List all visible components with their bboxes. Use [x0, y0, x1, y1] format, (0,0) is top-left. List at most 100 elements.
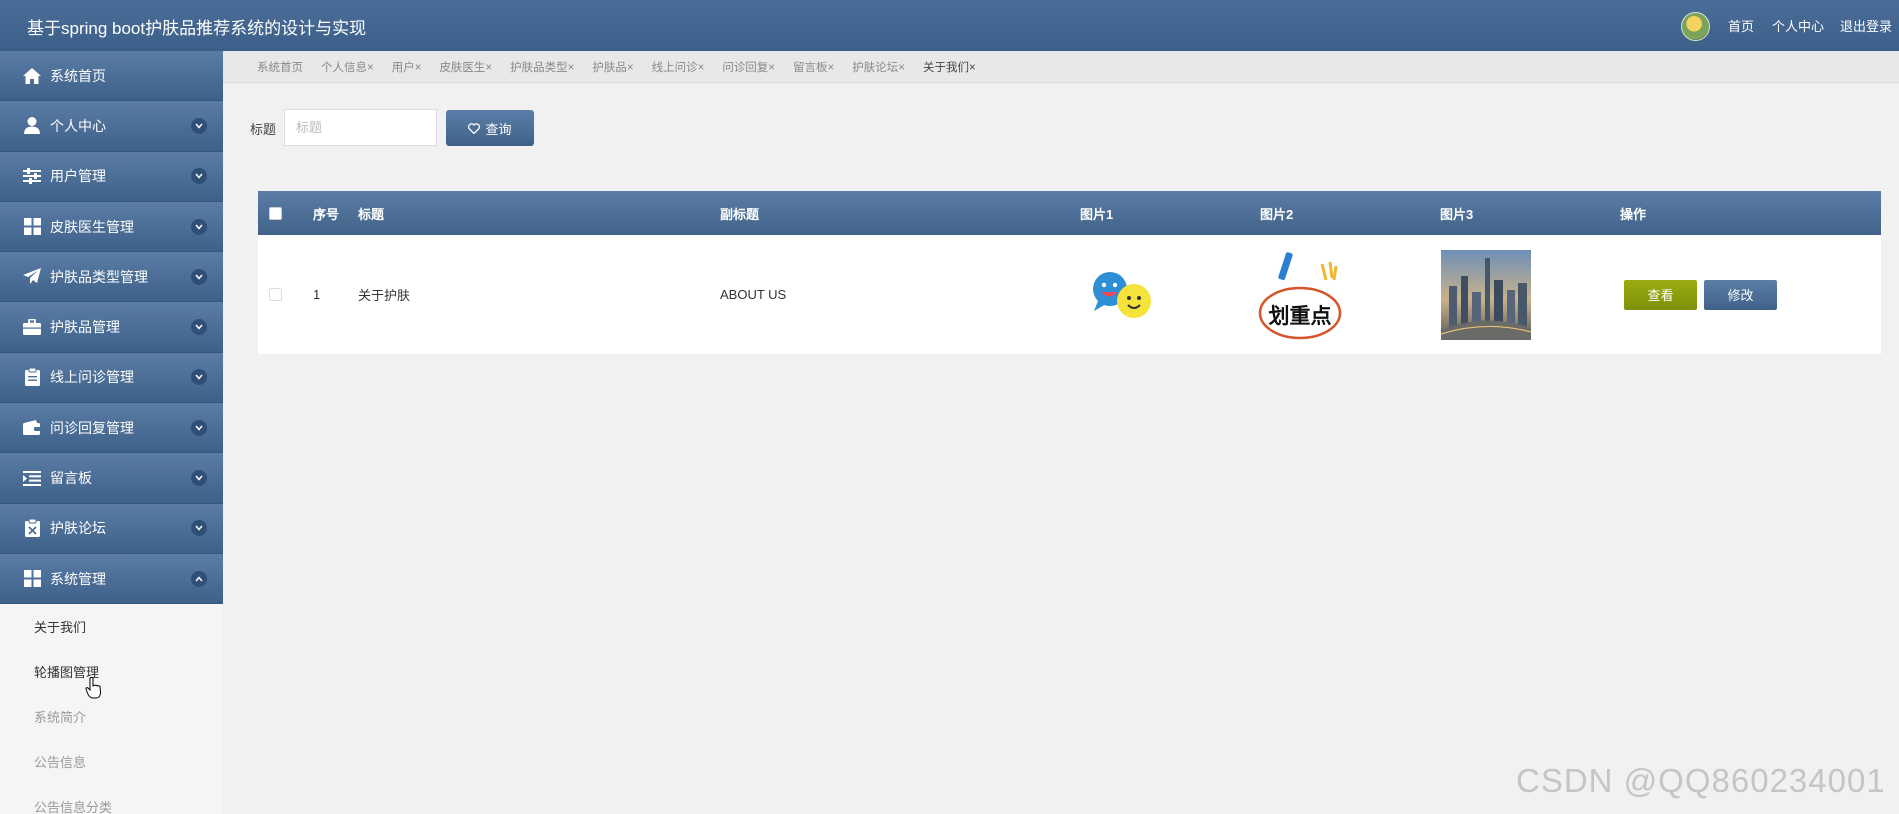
submenu-item-3[interactable]: 公告信息 [0, 739, 223, 784]
sidebar-item-8[interactable]: 留言板 [0, 453, 223, 504]
header-index: 序号 [313, 206, 340, 222]
sidebar-item-1[interactable]: 个人中心 [0, 101, 223, 152]
paper-plane-icon [22, 267, 42, 287]
row-subtitle: ABOUT US [720, 287, 787, 302]
chevron-down-icon[interactable] [191, 319, 207, 336]
sidebar-item-7[interactable]: 问诊回复管理 [0, 403, 223, 454]
sidebar-item-label: 皮肤医生管理 [50, 218, 134, 235]
sidebar-item-label: 护肤论坛 [50, 520, 106, 537]
chevron-down-icon[interactable] [191, 470, 207, 487]
chevron-down-icon[interactable] [191, 117, 207, 134]
header-title: 标题 [358, 206, 385, 222]
chevron-down-icon[interactable] [191, 520, 207, 537]
row-actions: 查看 修改 [1624, 235, 1777, 354]
tab-3[interactable]: 皮肤医生× [439, 59, 492, 75]
sidebar-item-label: 系统首页 [50, 67, 106, 84]
row-checkbox[interactable] [269, 288, 282, 301]
submenu-item-1[interactable]: 轮播图管理 [0, 649, 223, 694]
home-link[interactable]: 首页 [1728, 16, 1754, 35]
tab-1[interactable]: 个人信息× [321, 59, 374, 75]
grid-icon [22, 217, 42, 237]
top-bar: 基于spring boot护肤品推荐系统的设计与实现 首页 个人中心 退出登录 [0, 0, 1899, 51]
grid-icon [22, 569, 42, 589]
heart-icon [468, 122, 481, 134]
sidebar-submenu: 关于我们 轮播图管理 系统简介 公告信息 公告信息分类 [0, 604, 223, 814]
sidebar-item-0[interactable]: 系统首页 [0, 51, 223, 102]
logout-link[interactable]: 退出登录 [1840, 16, 1892, 35]
sidebar-menu: 系统首页个人中心用户管理皮肤医生管理 护肤品类型管理 护肤品管理线上问诊管理 问诊回复… [0, 51, 223, 605]
sidebar-item-label: 用户管理 [50, 168, 106, 185]
hand-cursor-icon [85, 676, 102, 699]
sidebar: 系统首页个人中心用户管理皮肤医生管理 护肤品类型管理 护肤品管理线上问诊管理 问诊回复… [0, 51, 223, 814]
edit-button[interactable]: 修改 [1704, 279, 1777, 310]
sidebar-item-2[interactable]: 用户管理 [0, 151, 223, 202]
chevron-down-icon[interactable] [191, 218, 207, 235]
table-header: 序号 标题 副标题 图片1 图片2 图片3 操作 [258, 191, 1881, 235]
chevron-down-icon[interactable] [191, 168, 207, 185]
header-image3: 图片3 [1440, 206, 1474, 222]
sliders-icon [22, 166, 42, 186]
user-icon [22, 116, 42, 136]
chevron-up-icon[interactable] [191, 570, 207, 587]
search-label: 标题 [250, 122, 277, 137]
tab-9[interactable]: 护肤论坛× [852, 59, 905, 75]
row-image1[interactable] [1088, 235, 1158, 354]
header-image1: 图片1 [1080, 206, 1114, 222]
sidebar-item-5[interactable]: 护肤品管理 [0, 302, 223, 353]
user-avatar[interactable] [1681, 12, 1710, 41]
sidebar-item-label: 留言板 [50, 470, 92, 487]
sidebar-item-9[interactable]: 护肤论坛 [0, 503, 223, 554]
search-input[interactable] [284, 109, 437, 146]
sidebar-item-3[interactable]: 皮肤医生管理 [0, 201, 223, 253]
sidebar-item-label: 护肤品类型管理 [50, 268, 148, 285]
sidebar-item-label: 线上问诊管理 [50, 369, 134, 386]
row-index: 1 [313, 287, 321, 302]
tab-6[interactable]: 线上问诊× [652, 59, 705, 75]
search-button[interactable]: 查询 [446, 110, 534, 146]
sidebar-item-6[interactable]: 线上问诊管理 [0, 352, 223, 404]
view-button[interactable]: 查看 [1624, 279, 1697, 310]
sidebar-item-label: 问诊回复管理 [50, 419, 134, 436]
chevron-down-icon[interactable] [191, 419, 207, 436]
tab-10[interactable]: 关于我们× [923, 59, 976, 75]
personal-center-link[interactable]: 个人中心 [1772, 16, 1824, 35]
briefcase-icon [22, 317, 42, 337]
tab-bar: 系统首页 个人信息× 用户× 皮肤医生× 护肤品类型× 护肤品× 线上问诊× 问诊回复× 留言板… [223, 51, 1899, 83]
sidebar-item-label: 护肤品管理 [50, 319, 120, 336]
row-title: 关于护肤 [358, 288, 411, 303]
submenu-item-0[interactable]: 关于我们 [0, 604, 223, 649]
chevron-down-icon[interactable] [191, 268, 207, 285]
clipboard-icon [22, 367, 42, 387]
header-subtitle: 副标题 [720, 206, 760, 222]
chat-emoji-image [1093, 271, 1151, 318]
search-button-label: 查询 [485, 121, 512, 137]
tab-4[interactable]: 护肤品类型× [510, 59, 574, 75]
app-title: 基于spring boot护肤品推荐系统的设计与实现 [27, 19, 367, 38]
home-icon [22, 66, 42, 86]
clipboard-x-icon [22, 518, 42, 538]
tab-0[interactable]: 系统首页 [257, 59, 303, 75]
wallet-icon [22, 418, 42, 438]
sidebar-item-label: 个人中心 [50, 117, 106, 134]
highlight-sticker-text: 划重点 [1268, 304, 1332, 328]
data-table: 序号 标题 副标题 图片1 图片2 图片3 操作 1 关于护肤 ABOUT US [258, 191, 1881, 354]
table-row: 1 关于护肤 ABOUT US 划重点 查看 修改 [258, 235, 1881, 354]
tab-2[interactable]: 用户× [392, 59, 422, 75]
submenu-item-2[interactable]: 系统简介 [0, 694, 223, 739]
sidebar-item-4[interactable]: 护肤品类型管理 [0, 252, 223, 303]
chevron-down-icon[interactable] [191, 369, 207, 386]
sidebar-item-label: 系统管理 [50, 570, 106, 587]
row-image2[interactable]: 划重点 [1256, 235, 1348, 354]
tab-5[interactable]: 护肤品× [592, 59, 633, 75]
list-indent-icon [22, 468, 42, 488]
row-image3[interactable] [1441, 235, 1531, 354]
submenu-item-4[interactable]: 公告信息分类 [0, 784, 223, 814]
header-actions: 操作 [1620, 206, 1647, 222]
sidebar-item-10[interactable]: 系统管理 [0, 553, 223, 605]
select-all-checkbox[interactable] [269, 206, 282, 220]
city-photo-image [1441, 249, 1531, 340]
tab-7[interactable]: 问诊回复× [722, 59, 775, 75]
header-image2: 图片2 [1260, 206, 1294, 222]
watermark: CSDN @QQ860234001 [1516, 762, 1886, 799]
tab-8[interactable]: 留言板× [793, 59, 834, 75]
